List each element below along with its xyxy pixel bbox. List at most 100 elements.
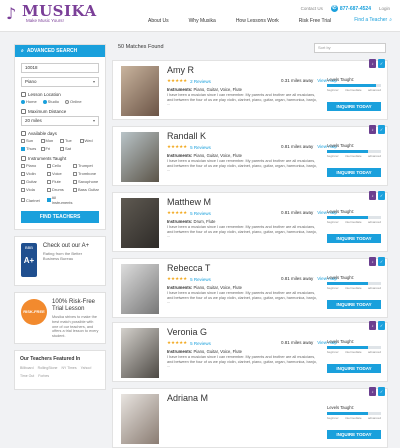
press-logo: NY Times [61,366,77,370]
teacher-card[interactable]: Adriana M ♪ ✓ Levels Taught: beginner in… [112,387,388,448]
inquire-today-button[interactable]: INQUIRE TODAY [327,430,381,439]
instrument-checkbox[interactable]: Saxophone [73,179,99,184]
calendar-icon [21,131,26,136]
music-note-icon: ♪ [369,191,376,200]
day-checkbox-sat[interactable]: Sat [60,146,80,151]
instrument-checkbox-all[interactable]: All Instruments [47,195,73,205]
login-link[interactable]: Login [379,6,390,11]
nav-how-lessons-work[interactable]: How Lessons Work [236,18,279,24]
day-checkbox-tue[interactable]: Tue [60,138,80,143]
checkbox [60,138,64,143]
risk-free-text: Musika strives to make the best match po… [52,315,99,339]
reviews-link[interactable]: 5 Reviews [190,277,211,282]
instrument-checkbox[interactable]: Flute [47,179,73,184]
instrument-checkbox[interactable]: Clarinet [21,195,47,205]
verified-icon: ✓ [378,59,385,68]
teacher-badges: ♪ ✓ [369,387,385,396]
contact-us-link[interactable]: Contact Us [301,6,323,11]
instrument-checkbox[interactable]: Drums [47,187,73,192]
instrument-checkbox[interactable]: Bass Guitar [73,187,99,192]
reviews-link[interactable]: 5 Reviews [190,145,211,150]
teacher-name[interactable]: Amy R [167,65,194,75]
day-label: Thurs [26,146,37,151]
teacher-name[interactable]: Randall K [167,131,206,141]
day-checkbox-fri[interactable]: Fri [40,146,61,151]
instrument-checkbox[interactable]: Trumpet [73,163,99,168]
location-online-radio[interactable]: Online [65,99,82,104]
day-checkbox-mon[interactable]: Mon [40,138,61,143]
find-teacher-link[interactable]: Find a Teacher ⌕ [354,17,392,23]
teacher-photo[interactable] [121,66,159,116]
instrument-checkbox[interactable]: Voice [47,171,73,176]
level-advanced: advanced [367,416,381,420]
location-studio-radio[interactable]: Studio [42,99,59,104]
day-label: Sat [65,146,72,151]
level-advanced: advanced [367,154,381,158]
sort-by-select[interactable]: Sort by [314,43,386,53]
phone-link[interactable]: ✆ 877-687-4524 [330,5,371,12]
instrument-checkbox[interactable]: Cello [47,163,73,168]
instrument-label: Guitar [26,179,37,184]
instrument-checkbox[interactable]: Piano [21,163,47,168]
level-beginner: beginner [327,416,339,420]
teacher-photo[interactable] [121,132,159,182]
advanced-search-panel: ⌕ ADVANCED SEARCH 10018 Piano ▾ Lesson Lo… [14,44,106,230]
teacher-card[interactable]: Veronia G ♪ ✓ ★★★★★ 5 Reviews 0.81 miles… [112,321,388,382]
level-intermediate: intermediate [345,286,362,290]
teacher-bio: I have been a musician since I can remem… [167,93,317,107]
instrument-checkbox[interactable]: Violin [21,171,47,176]
levels-label: Levels Taught: [327,209,354,214]
levels-taught: Levels Taught: beginner intermediate adv… [327,339,381,354]
instruments-prefix: Instruments: [167,153,193,158]
find-teachers-button[interactable]: FIND TEACHERS [21,211,99,223]
risk-free-title: 100% Risk-Free Trial Lesson [52,299,96,312]
teacher-photo[interactable] [121,264,159,314]
search-icon: ⌕ [21,48,24,54]
teacher-photo[interactable] [121,198,159,248]
day-checkbox-thurs[interactable]: Thurs [21,146,41,151]
nav-why-musika[interactable]: Why Musika [189,18,216,24]
day-checkbox-sun[interactable]: Sun [21,138,41,143]
teacher-name[interactable]: Veronia G [167,327,207,337]
nav-about-us[interactable]: About Us [148,18,169,24]
instrument-label: Saxophone [78,179,99,184]
search-icon: ⌕ [389,17,392,23]
teacher-card[interactable]: Rebecca T ♪ ✓ ★★★★★ 5 Reviews 0.81 miles… [112,257,388,318]
instrument-checkbox[interactable]: Viola [21,187,47,192]
instrument-label: Trombone [78,171,97,176]
day-checkbox-wed[interactable]: Wed [79,138,100,143]
teacher-name[interactable]: Rebecca T [167,263,210,273]
bbb-grade: A+ [23,256,35,265]
instrument-checkbox[interactable]: Guitar [21,179,47,184]
levels-bar-fill [327,282,368,285]
reviews-link[interactable]: 2 Reviews [190,79,211,84]
main-nav: About Us Why Musika How Lessons Work Ris… [148,18,351,24]
zip-input[interactable]: 10018 [21,63,99,73]
level-beginner: beginner [327,88,339,92]
reviews-link[interactable]: 5 Reviews [190,341,211,346]
location-home-radio[interactable]: Home [21,99,37,104]
teacher-photo[interactable] [121,328,159,378]
teacher-card[interactable]: Randall K ♪ ✓ ★★★★★ 5 Reviews 0.81 miles… [112,125,388,186]
musika-logo[interactable]: ♪ MUSIKA Make Music Yours! [6,4,97,24]
teacher-name[interactable]: Adriana M [167,393,208,403]
risk-free-promo[interactable]: RISK-FREE 100% Risk-Free Trial Lesson Mu… [14,292,106,344]
instrument-select[interactable]: Piano ▾ [21,77,99,87]
inquire-today-button[interactable]: INQUIRE TODAY [327,234,381,243]
instrument-checkbox[interactable]: Trombone [73,171,99,176]
teacher-photo[interactable] [121,394,159,444]
max-distance-select[interactable]: 20 miles ▾ [21,116,99,126]
levels-bar [327,282,381,285]
teacher-badges: ♪ ✓ [369,257,385,266]
featured-in-title: Our Teachers Featured In [20,356,81,362]
inquire-today-button[interactable]: INQUIRE TODAY [327,300,381,309]
teacher-card[interactable]: Amy R ♪ ✓ ★★★★★ 2 Reviews 0.31 miles awa… [112,59,388,120]
nav-risk-free-trial[interactable]: Risk Free Trial [299,18,331,24]
inquire-today-button[interactable]: INQUIRE TODAY [327,364,381,373]
teacher-name[interactable]: Matthew M [167,197,211,207]
reviews-link[interactable]: 5 Reviews [190,211,211,216]
bbb-promo[interactable]: BBB A+ Check out our A+ Rating from the B… [14,236,106,286]
teacher-card[interactable]: Matthew M ♪ ✓ ★★★★★ 5 Reviews 0.81 miles… [112,191,388,252]
inquire-today-button[interactable]: INQUIRE TODAY [327,102,381,111]
inquire-today-button[interactable]: INQUIRE TODAY [327,168,381,177]
